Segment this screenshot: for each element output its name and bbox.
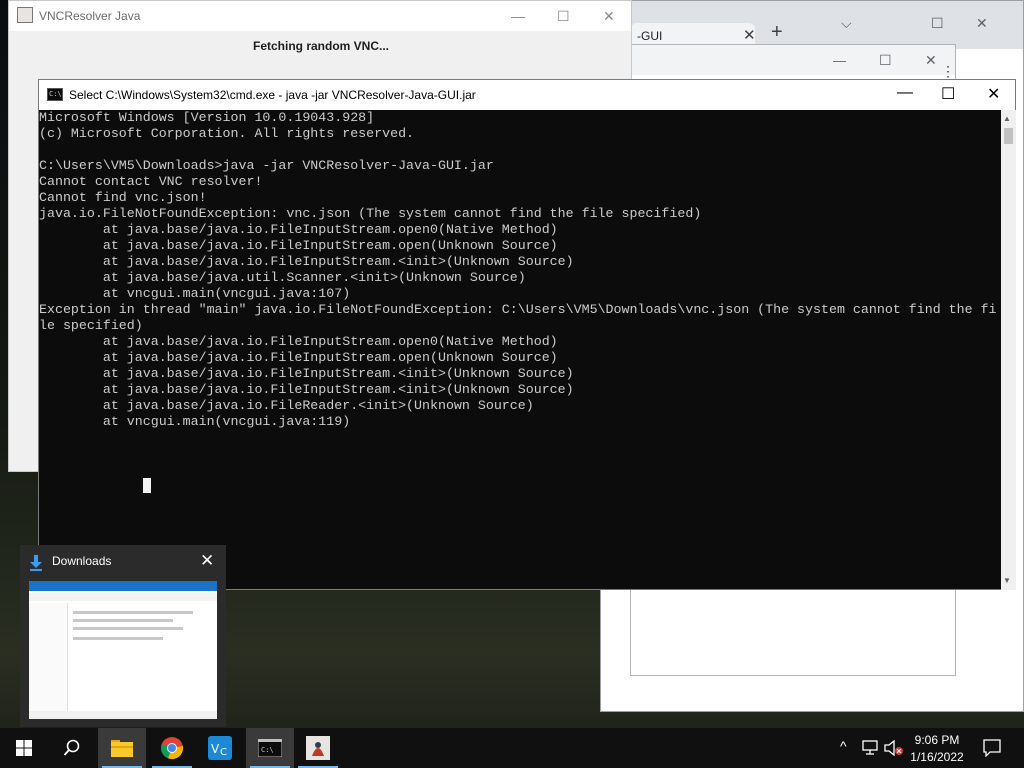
console-line: Cannot contact VNC resolver! bbox=[39, 174, 263, 189]
scrollbar-thumb[interactable] bbox=[1004, 128, 1013, 144]
search-button[interactable] bbox=[48, 728, 96, 768]
volume-muted-icon[interactable] bbox=[884, 740, 904, 756]
console-line: (c) Microsoft Corporation. All rights re… bbox=[39, 126, 415, 141]
preview-statusbar bbox=[29, 711, 217, 719]
download-arrow-icon bbox=[30, 555, 42, 571]
maximize-button[interactable]: ☐ bbox=[941, 84, 955, 104]
console-line: at java.base/java.io.FileInputStream.ope… bbox=[39, 350, 558, 365]
network-icon[interactable] bbox=[862, 740, 880, 756]
file-explorer-taskbar-button[interactable] bbox=[98, 728, 146, 768]
browser-close-button[interactable]: ✕ bbox=[976, 15, 988, 32]
console-line: at java.base/java.io.FileInputStream.<in… bbox=[39, 382, 574, 397]
chrome-taskbar-button[interactable] bbox=[148, 728, 196, 768]
start-button[interactable] bbox=[0, 728, 48, 768]
svg-text:C:\: C:\ bbox=[261, 746, 274, 754]
search-icon bbox=[63, 739, 80, 756]
minimize-button[interactable]: — bbox=[511, 8, 525, 24]
console-line: java.io.FileNotFoundException: vnc.json … bbox=[39, 206, 702, 221]
notification-center-icon[interactable] bbox=[983, 739, 1001, 757]
preview-row bbox=[73, 619, 173, 622]
show-hidden-icons-chevron[interactable]: ^ bbox=[840, 738, 847, 754]
console-line: C:\Users\VM5\Downloads>java -jar VNCReso… bbox=[39, 158, 494, 173]
browser-maximize-button[interactable]: ☐ bbox=[931, 15, 944, 32]
cmd-app-icon: C:\ bbox=[47, 88, 63, 101]
console-line: at java.base/java.io.FileInputStream.ope… bbox=[39, 222, 558, 237]
text-cursor bbox=[143, 478, 151, 493]
console-line: Cannot find vnc.json! bbox=[39, 190, 207, 205]
clock-date[interactable]: 1/16/2022 bbox=[902, 750, 972, 764]
clock-time[interactable]: 9:06 PM bbox=[902, 733, 972, 747]
preview-title: Downloads bbox=[52, 554, 112, 568]
minimize-button[interactable]: — bbox=[897, 84, 913, 102]
tab-search-dropdown-icon[interactable]: ⌵ bbox=[841, 15, 852, 32]
close-button[interactable]: ✕ bbox=[603, 8, 615, 25]
browser-tab-strip: -GUI ✕ + ⌵ ☐ ✕ bbox=[601, 1, 1023, 49]
java-icon bbox=[306, 736, 330, 760]
java-window-titlebar: VNCResolver Java — ☐ ✕ bbox=[9, 1, 631, 31]
new-tab-button[interactable]: + bbox=[771, 21, 783, 44]
cmd-window-titlebar: C:\ Select C:\Windows\System32\cmd.exe -… bbox=[39, 80, 1015, 110]
console-line: at vncgui.main(vncgui.java:119) bbox=[39, 414, 351, 429]
chrome-icon bbox=[161, 737, 184, 760]
preview-row bbox=[73, 611, 193, 614]
close-button[interactable]: ✕ bbox=[987, 84, 1000, 104]
vnc-taskbar-button[interactable]: V C bbox=[196, 728, 244, 768]
close-button[interactable]: ✕ bbox=[925, 52, 937, 69]
vnc-icon: V C bbox=[208, 736, 232, 760]
cmd-taskbar-button[interactable]: C:\ bbox=[246, 728, 294, 768]
downloads-taskbar-preview[interactable]: Downloads ✕ bbox=[20, 545, 226, 727]
java-app-icon bbox=[17, 7, 33, 23]
folder-icon bbox=[111, 740, 133, 757]
explorer-preview-image bbox=[29, 581, 217, 719]
scroll-up-icon[interactable]: ▲ bbox=[1003, 114, 1011, 123]
svg-text:C: C bbox=[220, 747, 227, 758]
status-label: Fetching random VNC... bbox=[252, 39, 389, 53]
console-output[interactable]: Microsoft Windows [Version 10.0.19043.92… bbox=[39, 110, 1001, 590]
svg-text:V: V bbox=[211, 742, 220, 756]
console-line: Exception in thread "main" java.io.FileN… bbox=[39, 302, 997, 317]
console-line: at java.base/java.io.FileInputStream.<in… bbox=[39, 366, 574, 381]
vertical-scrollbar[interactable]: ▲ ▼ bbox=[1001, 110, 1016, 590]
browser-tab-title: -GUI bbox=[637, 29, 663, 43]
terminal-icon: C:\ bbox=[258, 739, 282, 757]
preview-sidebar bbox=[29, 603, 68, 713]
scroll-down-icon[interactable]: ▼ bbox=[1003, 576, 1011, 585]
maximize-button[interactable]: ☐ bbox=[557, 8, 570, 25]
windows-logo-icon bbox=[16, 740, 32, 756]
java-taskbar-button[interactable] bbox=[294, 728, 342, 768]
preview-row bbox=[73, 637, 163, 640]
console-line: at java.base/java.io.FileInputStream.ope… bbox=[39, 334, 558, 349]
browser-window-titlebar: — ☐ ✕ bbox=[631, 45, 955, 75]
console-line: at vncgui.main(vncgui.java:107) bbox=[39, 286, 351, 301]
console-line: le specified) bbox=[39, 318, 143, 333]
console-line: at java.base/java.io.FileReader.<init>(U… bbox=[39, 398, 534, 413]
preview-row bbox=[73, 627, 183, 630]
java-window-title: VNCResolver Java bbox=[39, 9, 141, 23]
console-line: at java.base/java.util.Scanner.<init>(Un… bbox=[39, 270, 526, 285]
preview-toolbar bbox=[29, 593, 217, 601]
browser-tab-close-icon[interactable]: ✕ bbox=[743, 26, 756, 44]
preview-close-icon[interactable]: ✕ bbox=[200, 551, 214, 571]
console-line: at java.base/java.io.FileInputStream.ope… bbox=[39, 238, 558, 253]
preview-ribbon bbox=[29, 581, 217, 591]
console-line: Microsoft Windows [Version 10.0.19043.92… bbox=[39, 110, 375, 125]
taskbar: V C C:\ ^ 9:06 PM 1/16/2022 bbox=[0, 728, 1024, 768]
minimize-button[interactable]: — bbox=[833, 53, 846, 68]
cmd-window-title: Select C:\Windows\System32\cmd.exe - jav… bbox=[69, 88, 476, 102]
console-line: at java.base/java.io.FileInputStream.<in… bbox=[39, 254, 574, 269]
cmd-window[interactable]: C:\ Select C:\Windows\System32\cmd.exe -… bbox=[38, 79, 1016, 590]
maximize-button[interactable]: ☐ bbox=[879, 52, 892, 69]
